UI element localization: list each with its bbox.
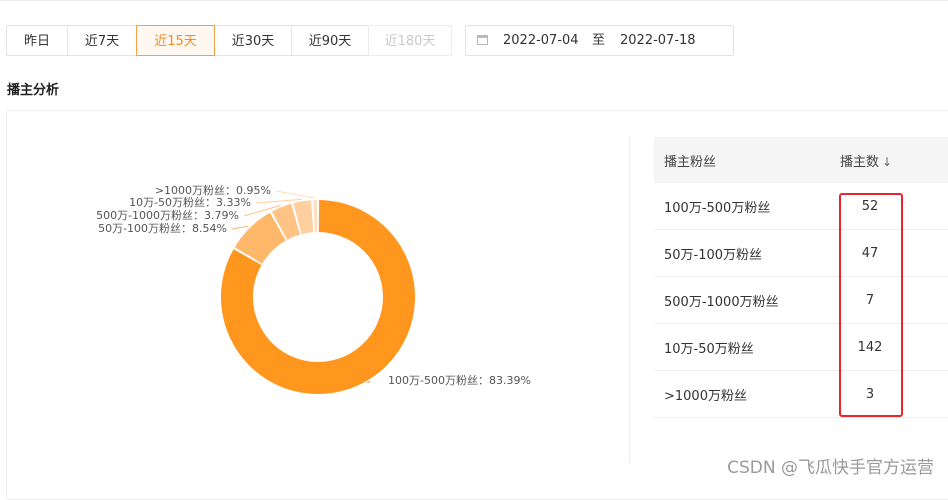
- donut-label-line: [231, 225, 249, 230]
- donut-label-line: [255, 198, 302, 204]
- row-fans: 500万-1000万粉丝: [664, 294, 779, 310]
- donut-label: 50万-100万粉丝：8.54%: [98, 222, 227, 235]
- table-row: 50万-100万粉丝 47: [654, 230, 948, 277]
- watermark: CSDN @飞瓜快手官方运营: [727, 458, 934, 478]
- row-fans: 50万-100万粉丝: [664, 247, 763, 263]
- count-highlight-box: [839, 193, 903, 417]
- table-row: 100万-500万粉丝 52: [654, 183, 948, 230]
- donut-label: >1000万粉丝：0.95%: [155, 184, 271, 197]
- sort-desc-icon[interactable]: ↓: [882, 155, 892, 169]
- header-count-label: 播主数: [840, 154, 880, 170]
- tab-15-days[interactable]: 近15天: [136, 25, 215, 56]
- row-fans: 10万-50万粉丝: [664, 341, 754, 357]
- donut-slice[interactable]: [313, 200, 318, 233]
- donut-label: 100万-500万粉丝：83.39%: [388, 374, 531, 387]
- table-header: 播主粉丝 播主数 ↓: [654, 137, 948, 183]
- table-row: 500万-1000万粉丝 7: [654, 277, 948, 324]
- fans-donut-chart: 100万-500万粉丝：83.39% 50万-100万粉丝：8.54%500万-1…: [96, 184, 531, 394]
- row-fans: >1000万粉丝: [664, 388, 747, 404]
- fans-table: 播主粉丝 播主数 ↓ 100万-500万粉丝 52 50万-100万粉丝 47 5…: [654, 137, 948, 418]
- header-fans: 播主粉丝: [664, 154, 717, 170]
- table-row: >1000万粉丝 3: [654, 371, 948, 418]
- donut-label: 500万-1000万粉丝：3.79%: [96, 209, 239, 222]
- header-count[interactable]: 播主数 ↓: [832, 151, 948, 170]
- donut-label-line: [367, 380, 371, 384]
- donut-label-line: [275, 190, 316, 199]
- donut-label: 10万-50万粉丝：3.33%: [129, 196, 251, 209]
- table-row: 10万-50万粉丝 142: [654, 324, 948, 371]
- row-fans: 100万-500万粉丝: [664, 200, 771, 216]
